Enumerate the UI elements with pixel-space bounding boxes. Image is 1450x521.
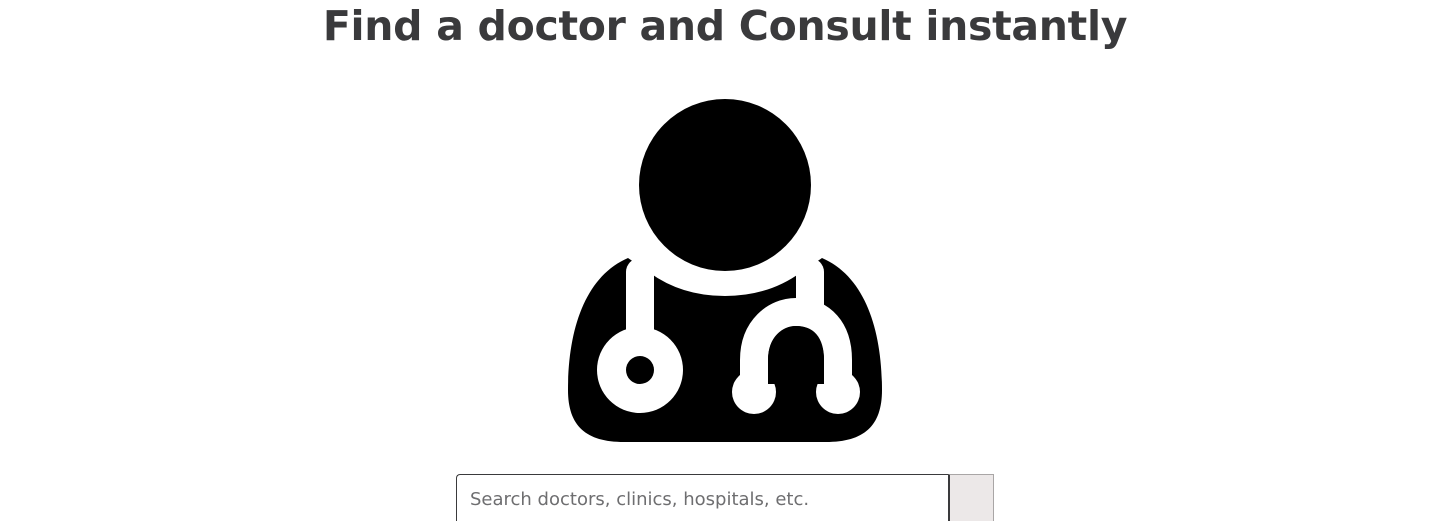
search-button[interactable] [948, 474, 994, 521]
search-input[interactable] [456, 474, 948, 521]
doctor-stethoscope-icon [568, 99, 882, 442]
search-bar [456, 474, 994, 521]
page-title: Find a doctor and Consult instantly [322, 2, 1128, 50]
